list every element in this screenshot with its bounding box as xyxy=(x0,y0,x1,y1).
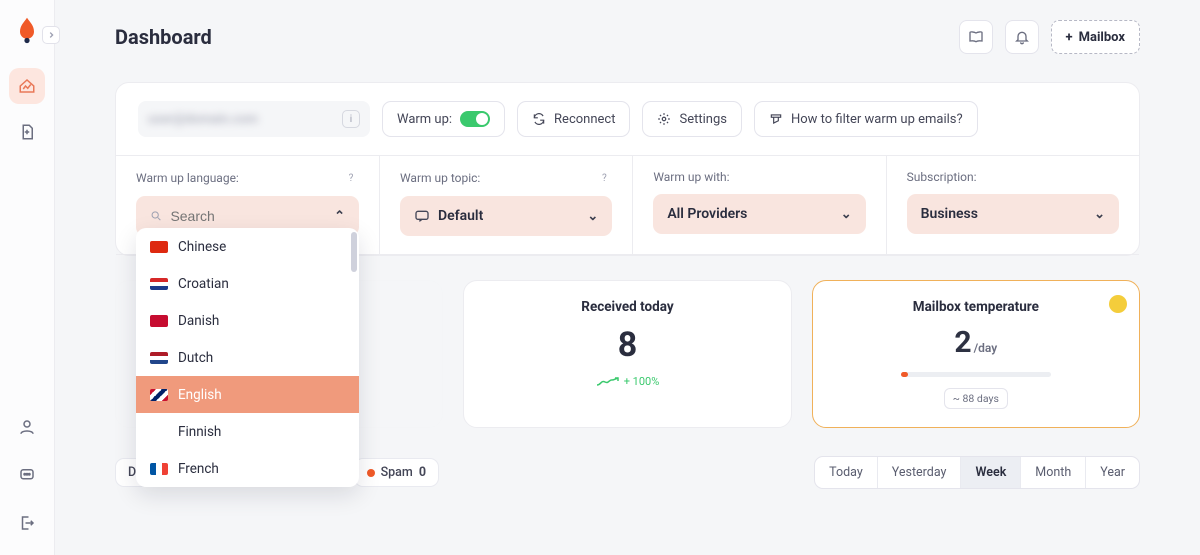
language-option-label: Danish xyxy=(178,313,219,329)
language-option-label: Croatian xyxy=(178,276,229,292)
language-search-input[interactable] xyxy=(170,208,334,224)
flag-icon xyxy=(150,426,168,438)
flag-icon xyxy=(150,463,168,475)
add-mailbox-label: Mailbox xyxy=(1079,30,1125,45)
language-option[interactable]: Chinese xyxy=(136,228,359,265)
received-title: Received today xyxy=(484,299,770,315)
topic-value: Default xyxy=(438,208,483,224)
with-filter-label: Warm up with: xyxy=(653,170,729,184)
language-option-label: English xyxy=(178,387,222,403)
sidebar-item-logout[interactable] xyxy=(9,505,45,541)
segment-week[interactable]: Week xyxy=(961,457,1021,488)
segment-today[interactable]: Today xyxy=(815,457,878,488)
temp-title: Mailbox temperature xyxy=(833,299,1119,315)
filter-icon xyxy=(769,112,783,126)
providers-value: All Providers xyxy=(667,206,747,222)
notifications-button[interactable] xyxy=(1005,20,1039,54)
warmup-panel: user@domain.com i Warm up: Reconnect Set… xyxy=(115,82,1140,256)
chevron-up-icon: ⌃ xyxy=(334,209,345,224)
scroll-thumb[interactable] xyxy=(351,232,357,272)
flag-icon xyxy=(150,278,168,290)
trend-up-icon xyxy=(596,377,620,387)
time-range-segments: TodayYesterdayWeekMonthYear xyxy=(814,456,1140,489)
chevron-down-icon: ⌄ xyxy=(587,209,598,224)
segment-yesterday[interactable]: Yesterday xyxy=(878,457,962,488)
subscription-value: Business xyxy=(921,206,978,222)
temp-days-chip: ~ 88 days xyxy=(944,388,1008,409)
warmup-toggle-label: Warm up: xyxy=(397,112,452,127)
gear-icon xyxy=(657,112,671,126)
language-filter-label: Warm up language: xyxy=(136,171,239,185)
language-option[interactable]: Finnish xyxy=(136,413,359,450)
received-today-card: Received today 8 + 100% xyxy=(463,280,791,428)
sidebar-item-chat[interactable] xyxy=(9,457,45,493)
settings-button[interactable]: Settings xyxy=(642,101,741,137)
reconnect-label: Reconnect xyxy=(554,112,615,127)
temp-unit: /day xyxy=(974,341,998,355)
refresh-icon xyxy=(532,112,546,126)
mailbox-address-value: user@domain.com xyxy=(148,112,258,127)
warmup-toggle[interactable]: Warm up: xyxy=(382,101,505,137)
howto-label: How to filter warm up emails? xyxy=(791,112,963,127)
app-logo xyxy=(13,16,41,44)
language-option[interactable]: Danish xyxy=(136,302,359,339)
collapse-sidebar-button[interactable] xyxy=(42,26,60,44)
spam-chip: Spam 0 xyxy=(354,458,439,487)
sidebar-item-account[interactable] xyxy=(9,409,45,445)
received-value: 8 xyxy=(484,325,770,365)
reconnect-button[interactable]: Reconnect xyxy=(517,101,630,137)
docs-button[interactable] xyxy=(959,20,993,54)
flag-icon xyxy=(150,315,168,327)
mailbox-address-field[interactable]: user@domain.com i xyxy=(138,101,370,137)
add-mailbox-button[interactable]: + Mailbox xyxy=(1051,20,1140,54)
sidebar-item-dashboard[interactable] xyxy=(9,68,45,104)
info-icon[interactable]: i xyxy=(342,110,360,128)
sidebar xyxy=(0,0,55,555)
flag-icon xyxy=(150,241,168,253)
orange-dot-icon xyxy=(367,469,375,477)
sidebar-item-sheet[interactable] xyxy=(9,114,45,150)
warning-badge-icon xyxy=(1109,295,1127,313)
providers-select[interactable]: All Providers ⌄ xyxy=(653,194,865,234)
chat-icon xyxy=(414,208,430,224)
language-option-label: Finnish xyxy=(178,424,221,440)
language-option-label: Dutch xyxy=(178,350,213,366)
language-option[interactable]: French xyxy=(136,450,359,487)
settings-label: Settings xyxy=(679,112,726,127)
topic-select[interactable]: Default ⌄ xyxy=(400,196,612,236)
howto-filter-button[interactable]: How to filter warm up emails? xyxy=(754,101,978,137)
page-title: Dashboard xyxy=(115,25,212,49)
received-trend: + 100% xyxy=(624,375,660,388)
help-icon[interactable]: ? xyxy=(596,170,612,186)
flag-icon xyxy=(150,389,168,401)
segment-year[interactable]: Year xyxy=(1086,457,1139,488)
chevron-down-icon: ⌄ xyxy=(841,207,852,222)
language-option[interactable]: Croatian xyxy=(136,265,359,302)
language-option[interactable]: English xyxy=(136,376,359,413)
search-icon xyxy=(150,209,162,223)
chevron-down-icon: ⌄ xyxy=(1094,207,1105,222)
language-option[interactable]: Dutch xyxy=(136,339,359,376)
temp-value: 2 xyxy=(954,325,971,360)
mailbox-temperature-card: Mailbox temperature 2 /day ~ 88 days xyxy=(812,280,1140,428)
language-option-label: Chinese xyxy=(178,239,226,255)
switch-on-icon[interactable] xyxy=(460,111,490,127)
topic-filter-label: Warm up topic: xyxy=(400,171,480,185)
language-option-label: French xyxy=(178,461,219,477)
plus-icon: + xyxy=(1066,30,1073,45)
segment-month[interactable]: Month xyxy=(1021,457,1086,488)
flag-icon xyxy=(150,352,168,364)
temperature-progress xyxy=(901,372,1051,377)
help-icon[interactable]: ? xyxy=(343,170,359,186)
language-dropdown: Chinese Croatian Danish Dutch English Finnish… xyxy=(136,228,359,487)
spam-label: Spam xyxy=(381,465,413,480)
subscription-filter-label: Subscription: xyxy=(907,170,977,184)
spam-value: 0 xyxy=(419,465,426,480)
subscription-select[interactable]: Business ⌄ xyxy=(907,194,1119,234)
